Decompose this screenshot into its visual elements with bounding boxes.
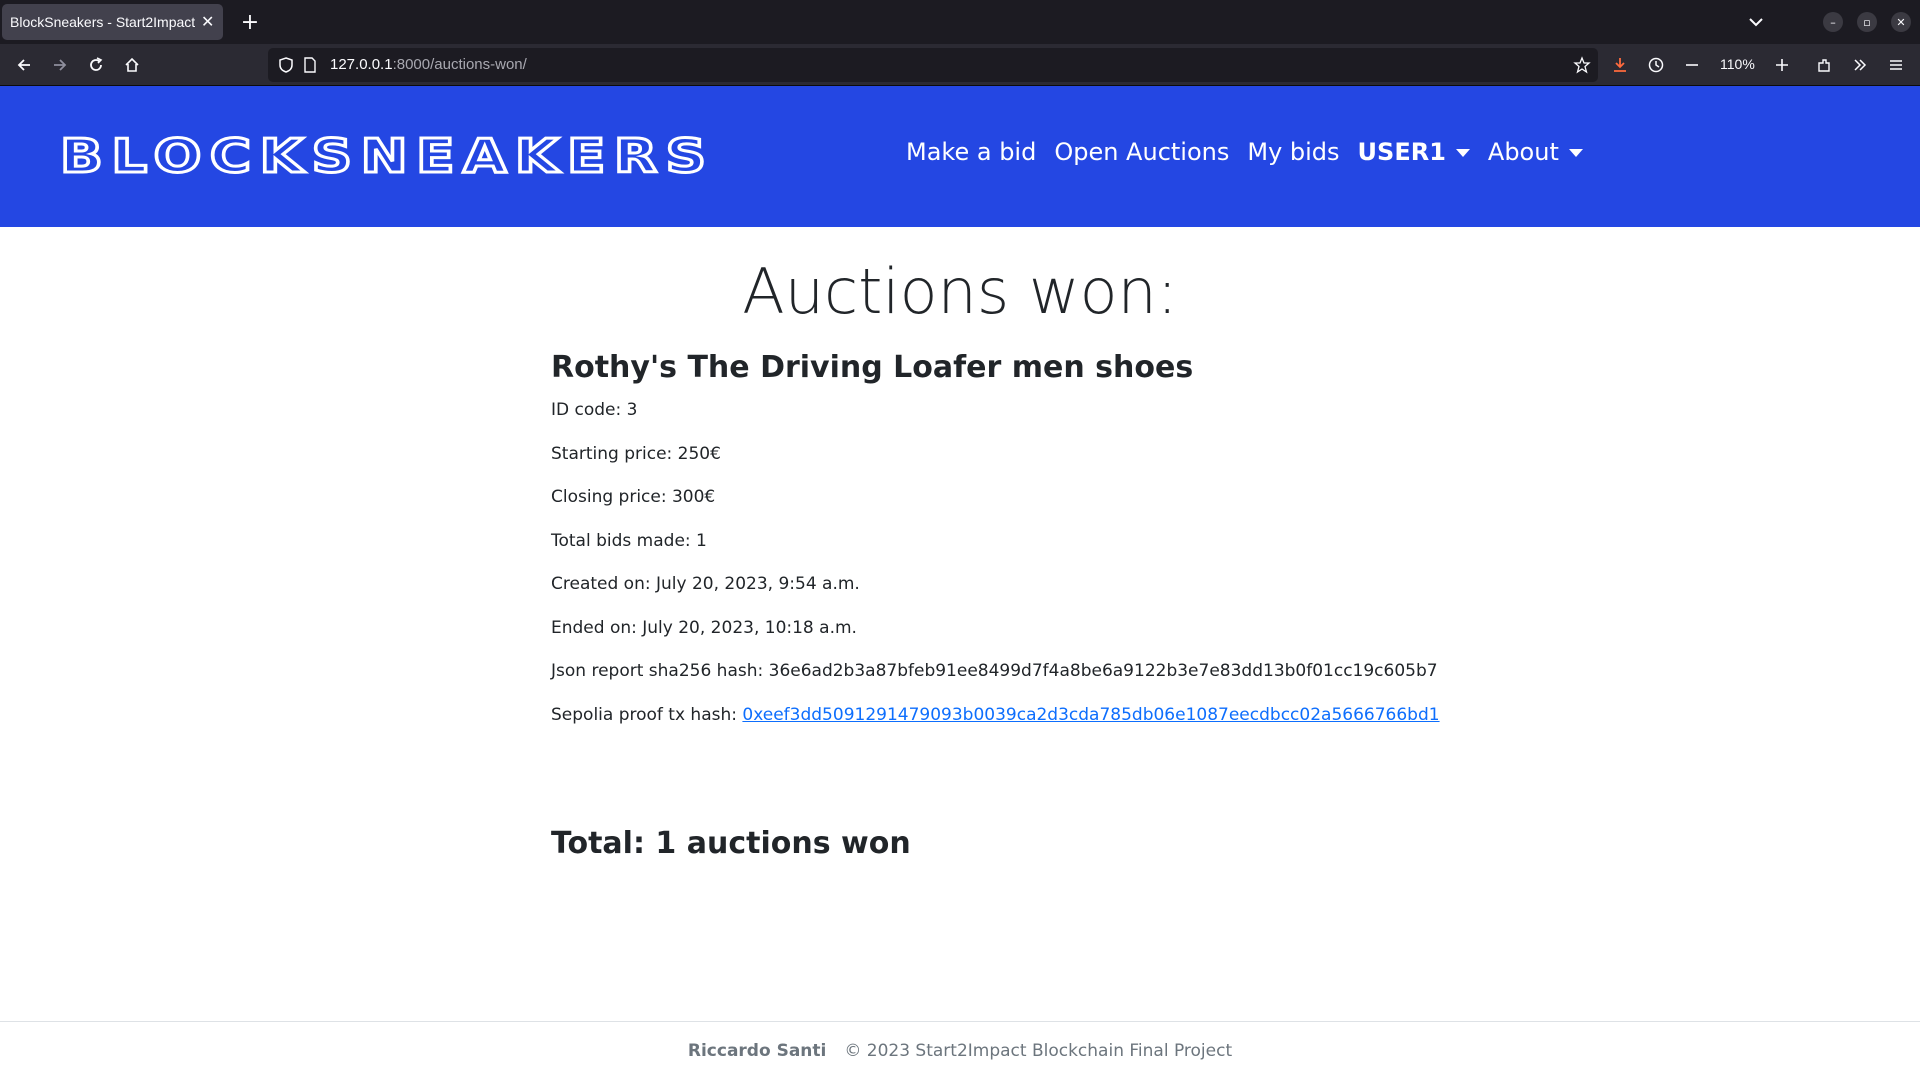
auction-title: Rothy's The Driving Loafer men shoes	[551, 350, 1194, 385]
zoom-in-icon[interactable]	[1770, 53, 1794, 77]
overflow-chevrons-icon[interactable]	[1848, 53, 1872, 77]
browser-toolbar: 127.0.0.1:8000/auctions-won/ 110%	[0, 44, 1920, 86]
reload-icon[interactable]	[84, 53, 108, 77]
page-title: Auctions won:	[742, 255, 1178, 328]
sepolia-proof: Sepolia proof tx hash: 0xeef3dd509129147…	[551, 704, 1451, 726]
sepolia-proof-label: Sepolia proof tx hash:	[551, 704, 743, 725]
browser-tab[interactable]: BlockSneakers - Start2Impact ✕	[2, 4, 223, 40]
nav-about-dropdown[interactable]: About	[1488, 138, 1583, 166]
nav-my-bids[interactable]: My bids	[1247, 138, 1339, 166]
footer-copyright: © 2023 Start2Impact Blockchain Final Pro…	[844, 1041, 1233, 1061]
url-path: :8000/auctions-won/	[392, 56, 527, 73]
ended-on: Ended on: July 20, 2023, 10:18 a.m.	[551, 617, 857, 638]
zoom-out-icon[interactable]	[1680, 53, 1704, 77]
starting-price: Starting price: 250€	[551, 443, 721, 464]
nav-about-label: About	[1487, 138, 1559, 166]
downloads-icon[interactable]	[1608, 53, 1632, 77]
url-host: 127.0.0.1	[330, 56, 393, 73]
created-on: Created on: July 20, 2023, 9:54 a.m.	[551, 574, 860, 594]
brand-logo[interactable]: BLOCKSNEAKERS	[58, 132, 708, 181]
total-bids: Total bids made: 1	[551, 530, 707, 551]
extensions-icon[interactable]	[1812, 53, 1836, 77]
restore-icon[interactable]: ▫	[1857, 12, 1877, 32]
nav-make-bid[interactable]: Make a bid	[906, 138, 1036, 166]
tab-list-chevron-icon[interactable]	[1744, 10, 1768, 34]
caret-down-icon	[1568, 149, 1583, 157]
shield-icon[interactable]	[274, 53, 298, 77]
url-text[interactable]: 127.0.0.1:8000/auctions-won/	[330, 56, 527, 73]
tab-title: BlockSneakers - Start2Impact	[10, 14, 195, 30]
minimize-icon[interactable]: –	[1823, 12, 1843, 32]
home-icon[interactable]	[120, 53, 144, 77]
site-footer: Riccardo Santi © 2023 Start2Impact Block…	[0, 1021, 1920, 1080]
bookmark-star-icon[interactable]	[1570, 53, 1594, 77]
closing-price: Closing price: 300€	[551, 487, 716, 507]
back-icon[interactable]	[12, 53, 36, 77]
nav-user-dropdown[interactable]: USER1	[1358, 138, 1470, 166]
auction-card: Rothy's The Driving Loafer men shoes ID …	[551, 350, 1451, 747]
site-header: BLOCKSNEAKERS Make a bid Open Auctions M…	[0, 86, 1920, 227]
sepolia-proof-link[interactable]: 0xeef3dd5091291479093b0039ca2d3cda785db0…	[742, 705, 1439, 725]
address-bar[interactable]: 127.0.0.1:8000/auctions-won/	[268, 48, 1598, 82]
tab-close-icon[interactable]: ✕	[201, 14, 214, 30]
json-report-hash: Json report sha256 hash: 36e6ad2b3a87bfe…	[551, 661, 1438, 681]
total-auctions-won: Total: 1 auctions won	[551, 826, 911, 861]
nav-open-auctions[interactable]: Open Auctions	[1054, 138, 1229, 166]
caret-down-icon	[1455, 149, 1470, 157]
logo-text: BLOCKSNEAKERS	[58, 129, 715, 183]
main-nav: Make a bid Open Auctions My bids USER1 A…	[906, 138, 1601, 166]
browser-tab-bar: BlockSneakers - Start2Impact ✕ + – ▫ ✕	[0, 0, 1920, 44]
auction-id: ID code: 3	[551, 400, 638, 420]
zoom-level[interactable]: 110%	[1720, 56, 1755, 72]
nav-user-label: USER1	[1357, 138, 1446, 166]
new-tab-button[interactable]: +	[236, 8, 264, 36]
history-icon[interactable]	[1644, 53, 1668, 77]
forward-icon[interactable]	[48, 53, 72, 77]
hamburger-menu-icon[interactable]	[1884, 53, 1908, 77]
close-window-icon[interactable]: ✕	[1891, 12, 1911, 32]
footer-author: Riccardo Santi	[687, 1041, 827, 1061]
page-icon	[298, 53, 322, 77]
